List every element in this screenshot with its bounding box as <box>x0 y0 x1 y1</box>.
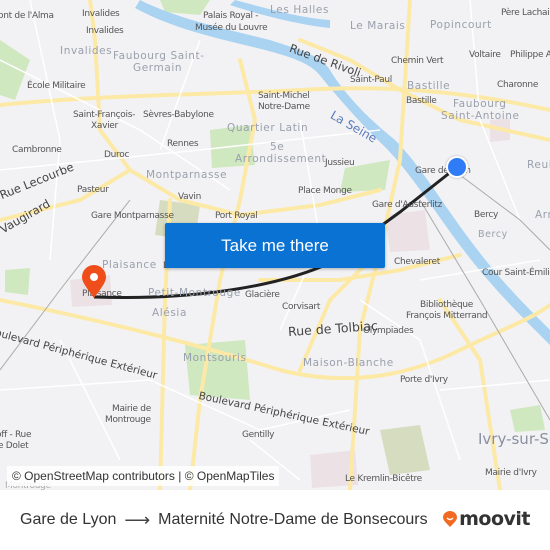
map-label: Gentilly <box>242 430 275 440</box>
map-label: Les Halles <box>270 4 330 16</box>
district-label: 5e <box>270 141 285 153</box>
moovit-logo: moovit <box>443 508 530 530</box>
map-label: Bastille <box>406 96 437 106</box>
district-label: Ivry-sur-Se <box>478 430 550 448</box>
district-label: Quartier Latin <box>227 122 309 134</box>
destination-name: Maternité Notre-Dame de Bonsecours <box>158 511 428 528</box>
district-label: Reuil <box>527 159 550 171</box>
map-label: Porte d'Ivry <box>400 375 448 385</box>
district-label: Petit-Montrouge <box>148 287 241 299</box>
map-label: Chevaleret <box>394 257 440 267</box>
district-label: Faubourg Saint- <box>113 50 205 62</box>
map-label: Cambronne <box>12 145 62 155</box>
map-label: Saint-Michel <box>258 91 310 101</box>
district-label: Alésia <box>152 307 187 319</box>
map-label: François Mitterrand <box>406 311 488 321</box>
arrow-right-icon: ⟶ <box>124 509 151 530</box>
district-label: Plaisance <box>102 259 157 271</box>
map-label: Corvisart <box>282 302 321 312</box>
map-label: Jussieu <box>325 158 355 168</box>
map-label: Invalides <box>82 9 120 19</box>
map-label: e Dolet <box>0 441 29 451</box>
map-label: Rennes <box>167 139 199 149</box>
origin-name: Gare de Lyon <box>20 511 117 528</box>
district-label: Maison-Blanche <box>303 357 394 369</box>
map-label: Charonne <box>497 80 539 90</box>
district-label: Faubourg <box>453 98 507 110</box>
map-label: Glacière <box>245 290 280 300</box>
map-label: Père Lachaise <box>501 8 550 18</box>
map-label: Montrouge <box>105 415 151 425</box>
map-label: Port Royal <box>215 211 258 221</box>
map-label: Notre-Dame <box>258 102 310 112</box>
map-label: Duroc <box>104 150 130 160</box>
district-label: Invalides <box>60 45 113 57</box>
map-label: Gare Montparnasse <box>91 211 174 221</box>
map-label: Palais Royal - <box>203 11 259 21</box>
map-label: Vavin <box>178 192 202 202</box>
brand-name: moovit <box>459 508 530 530</box>
map-label: Bibliothèque <box>420 300 474 310</box>
take-me-there-button[interactable]: Take me there <box>165 223 385 268</box>
district-label: Germain <box>133 62 183 74</box>
district-label: Arrondissement <box>235 153 327 165</box>
origin-marker[interactable] <box>446 156 468 178</box>
destination-pin-icon[interactable] <box>81 265 107 299</box>
map-label: Xavier <box>91 121 118 131</box>
map-label: Voltaire <box>469 50 501 60</box>
map-attribution: © OpenStreetMap contributors | © OpenMap… <box>7 466 280 486</box>
map-label: Place Monge <box>298 186 352 196</box>
district-label: Popincourt <box>430 19 492 31</box>
map-label: Invalides <box>86 26 124 36</box>
map-label: Bercy <box>474 210 498 220</box>
map-label: Le Kremlin-Bicêtre <box>345 474 422 484</box>
map-label: Mairie d'Ivry <box>485 468 537 478</box>
map-label: Sèvres-Babylone <box>143 110 214 120</box>
map-label: Cour Saint-Émilion <box>482 268 550 278</box>
map-label: Chemin Vert <box>391 56 444 66</box>
map-label: Musée du Louvre <box>195 23 268 33</box>
map-label: ont de l'Alma <box>0 11 54 21</box>
moovit-pin-icon <box>443 510 458 527</box>
map-label: Philippe A <box>510 50 550 60</box>
map-label: Mairie de <box>112 404 151 414</box>
district-label: Bastille <box>407 80 451 92</box>
map-label: Pasteur <box>77 185 109 195</box>
map[interactable]: ont de l'Alma Invalides Invalides Palais… <box>0 0 550 490</box>
map-label: Bercy <box>478 229 508 240</box>
map-label: off - Rue <box>0 430 32 440</box>
district-label: Montsouris <box>183 352 247 364</box>
district-label: Saint-Antoine <box>441 110 520 122</box>
map-label: Saint-François- <box>73 110 136 120</box>
district-label: Montparnasse <box>146 169 228 181</box>
district-label: Arr <box>535 209 550 221</box>
map-label: Gare d'Austerlitz <box>372 200 443 210</box>
district-label: Le Marais <box>350 20 406 32</box>
map-label: École Militaire <box>27 81 86 91</box>
